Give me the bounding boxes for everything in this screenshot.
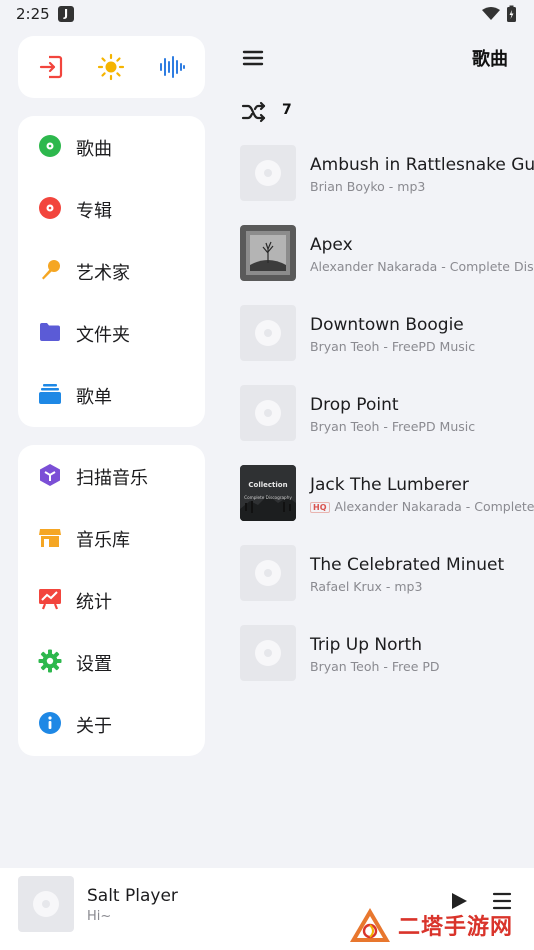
watermark-logo-icon (350, 908, 390, 942)
song-title: The Celebrated Minuet (310, 555, 505, 575)
cover-text-subtitle: Complete Discography (244, 495, 292, 500)
nav-label: 专辑 (76, 201, 112, 222)
song-title: Downtown Boogie (310, 315, 464, 335)
song-row[interactable]: Trip Up North Bryan Teoh - Free PD (240, 625, 534, 683)
disc-placeholder-icon (255, 640, 281, 666)
equalizer-button[interactable] (158, 53, 186, 81)
equalizer-icon (160, 56, 185, 78)
nav-item-songs[interactable]: 歌曲 (18, 120, 205, 172)
album-cover-collection: Collection Complete Discography (240, 465, 296, 521)
shuffle-icon (241, 101, 266, 123)
song-row[interactable]: Apex Alexander Nakarada - Complete Disco… (240, 225, 534, 283)
nav-item-albums[interactable]: 专辑 (18, 182, 205, 234)
nav-item-playlists[interactable]: 歌单 (18, 368, 205, 420)
song-title: Drop Point (310, 395, 399, 415)
nav-label: 扫描音乐 (76, 468, 148, 489)
album-cover-apex (240, 225, 296, 281)
gear-icon (38, 649, 62, 673)
song-title: Apex (310, 235, 353, 255)
album-cover-placeholder (240, 305, 296, 361)
album-cover-placeholder (240, 545, 296, 601)
hamburger-icon (242, 50, 264, 66)
nav-label: 音乐库 (76, 530, 130, 551)
song-row[interactable]: Drop Point Bryan Teoh - FreePD Music (240, 385, 534, 443)
song-count: 7 (282, 102, 292, 118)
stats-icon (39, 589, 61, 610)
song-row[interactable]: Collection Complete Discography Jack The… (240, 465, 534, 523)
library-nav-card: 歌曲 专辑 艺术家 文件夹 歌单 (18, 116, 205, 427)
nav-item-scan-music[interactable]: 扫描音乐 (18, 449, 205, 501)
nav-item-stats[interactable]: 统计 (18, 573, 205, 625)
watermark: 二塔手游网 (348, 906, 528, 946)
mini-player-cover (18, 876, 74, 932)
song-disc-icon (39, 135, 61, 157)
sun-icon (97, 53, 125, 81)
song-subtitle: Bryan Teoh - FreePD Music (310, 339, 476, 354)
theme-button[interactable] (97, 53, 125, 81)
folder-icon (40, 323, 60, 341)
shuffle-button[interactable] (240, 99, 268, 125)
menu-button[interactable] (240, 44, 268, 72)
wifi-icon (482, 7, 500, 20)
song-title: Trip Up North (310, 635, 422, 655)
status-time: 2:25 (16, 5, 50, 23)
notification-app-icon: J (58, 6, 74, 22)
song-subtitle-row: HQ Alexander Nakarada - Complete Discogra… (310, 499, 534, 514)
nav-label: 歌单 (76, 387, 112, 408)
playlist-icon (39, 384, 61, 404)
nav-label: 艺术家 (76, 263, 130, 284)
album-cover-placeholder (240, 145, 296, 201)
album-cover-placeholder (240, 625, 296, 681)
song-title: Jack The Lumberer (310, 475, 469, 495)
song-row[interactable]: Ambush in Rattlesnake Gulch Brian Boyko … (240, 145, 534, 203)
watermark-text: 二塔手游网 (398, 915, 514, 940)
quick-actions-card (18, 36, 205, 98)
hq-badge: HQ (310, 502, 330, 513)
song-subtitle: Rafael Krux - mp3 (310, 579, 423, 594)
store-icon (39, 529, 61, 547)
nav-label: 统计 (76, 592, 112, 613)
nav-label: 歌曲 (76, 139, 112, 160)
song-list: Ambush in Rattlesnake Gulch Brian Boyko … (240, 145, 534, 705)
song-subtitle: Alexander Nakarada - Complete Discograph… (310, 259, 534, 274)
info-icon (39, 712, 61, 734)
page-title: 歌曲 (472, 49, 508, 70)
nav-label: 关于 (76, 716, 112, 737)
song-row[interactable]: Downtown Boogie Bryan Teoh - FreePD Musi… (240, 305, 534, 363)
exit-button[interactable] (37, 53, 65, 81)
nav-label: 文件夹 (76, 325, 130, 346)
microphone-icon (42, 260, 60, 280)
nav-item-music-library[interactable]: 音乐库 (18, 511, 205, 563)
nav-item-artists[interactable]: 艺术家 (18, 244, 205, 296)
disc-placeholder-icon (255, 320, 281, 346)
cover-text-title: Collection (248, 481, 288, 489)
status-bar: 2:25 J (0, 0, 534, 28)
nav-item-folders[interactable]: 文件夹 (18, 306, 205, 358)
status-icons (480, 5, 520, 23)
exit-icon (39, 55, 63, 79)
album-art-image (240, 465, 296, 521)
song-subtitle: Alexander Nakarada - Complete Discograph… (334, 499, 534, 514)
disc-placeholder-icon (255, 400, 281, 426)
disc-placeholder-icon (255, 560, 281, 586)
disc-placeholder-icon (33, 891, 59, 917)
song-title: Ambush in Rattlesnake Gulch (310, 155, 534, 175)
battery-icon (507, 5, 516, 22)
mini-player-subtitle: Hi~ (87, 909, 112, 924)
scan-cube-icon (40, 464, 60, 486)
song-subtitle: Bryan Teoh - FreePD Music (310, 419, 476, 434)
song-subtitle: Brian Boyko - mp3 (310, 179, 426, 194)
mini-player-title: Salt Player (87, 886, 178, 906)
song-subtitle: Bryan Teoh - Free PD (310, 659, 440, 674)
album-cover-placeholder (240, 385, 296, 441)
tools-nav-card: 扫描音乐 音乐库 统计 设置 关于 (18, 445, 205, 756)
album-art-image (240, 225, 296, 281)
nav-item-about[interactable]: 关于 (18, 697, 205, 749)
song-row[interactable]: The Celebrated Minuet Rafael Krux - mp3 (240, 545, 534, 603)
nav-item-settings[interactable]: 设置 (18, 635, 205, 687)
nav-label: 设置 (76, 654, 112, 675)
album-disc-icon (39, 197, 61, 219)
disc-placeholder-icon (255, 160, 281, 186)
